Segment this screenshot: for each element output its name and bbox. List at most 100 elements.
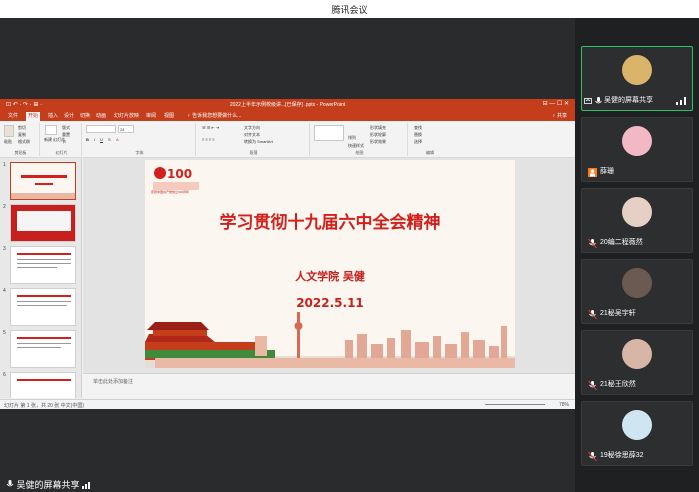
slide-counter: 幻灯片 第 1 张，共 20 张 中文(中国)	[4, 403, 85, 409]
participant-tile[interactable]: 吴健的屏幕共享	[581, 46, 693, 111]
copy-button[interactable]: 复制	[18, 132, 26, 138]
mic-muted-icon	[588, 239, 597, 248]
new-slide-icon[interactable]	[45, 125, 57, 135]
mic-muted-icon	[588, 381, 597, 390]
slides-group: 新建 幻灯片 版式 重置 节 幻灯片	[42, 123, 82, 156]
notes-placeholder: 单击此处添加备注	[93, 379, 134, 385]
font-name-select[interactable]	[86, 125, 116, 133]
font-size-select[interactable]: 24	[118, 125, 134, 133]
thumbnail-slide-6[interactable]	[10, 372, 76, 398]
drawing-group: 排列 快速样式 形状填充 形状轮廓 形状效果 绘图	[312, 123, 408, 156]
thumb-number: 6	[3, 372, 6, 378]
underline-button[interactable]: U	[100, 137, 103, 142]
slide-thumbnails-pane[interactable]: 1 2 3 4 5 6	[0, 158, 82, 398]
layout-button[interactable]: 版式	[62, 125, 70, 131]
app-title: 腾讯会议	[331, 5, 368, 15]
section-button[interactable]: 节	[62, 139, 66, 145]
powerpoint-window: ⊡ ↶ · ↷ · ⊞ · 2022上半年示例校级讲...[已保存] .pptx…	[0, 99, 575, 409]
font-group-label: 字体	[135, 150, 144, 155]
participant-name: 21秘王欣然	[600, 381, 636, 388]
bullets-button[interactable]: ☰ ☰ ⇤ ⇥	[202, 125, 219, 130]
bold-button[interactable]: B	[86, 137, 89, 142]
paste-icon[interactable]	[4, 125, 14, 137]
replace-button[interactable]: 替换	[414, 132, 422, 138]
participant-tile[interactable]: 薛珊	[581, 117, 693, 182]
text-direction-button[interactable]: 文字方向	[244, 125, 260, 131]
paragraph-group-label: 段落	[249, 150, 258, 155]
avatar	[622, 410, 652, 440]
align-buttons[interactable]: ≡ ≡ ≡ ≡	[202, 137, 215, 142]
participant-tile[interactable]: 21秘王欣然	[581, 330, 693, 395]
tab-review[interactable]: 审阅	[144, 112, 158, 119]
shapes-gallery[interactable]	[314, 125, 344, 141]
share-button[interactable]: ♀ 共享	[550, 112, 569, 119]
thumbnail-slide-5[interactable]	[10, 330, 76, 368]
paste-button[interactable]: 粘贴	[4, 139, 12, 145]
status-bar: 幻灯片 第 1 张，共 20 张 中文(中国) 78%	[0, 399, 575, 409]
thumb-number: 1	[3, 162, 6, 168]
screen-share-owner: 吴健的屏幕共享	[16, 480, 80, 490]
font-color-button[interactable]: A	[116, 137, 119, 142]
participant-tile[interactable]: 19秘徐思薛32	[581, 401, 693, 466]
font-size-value: 24	[120, 127, 125, 132]
slide-title[interactable]: 学习贯彻十九届六中全会精神	[145, 208, 515, 233]
tab-slideshow[interactable]: 幻灯片放映	[112, 112, 141, 119]
logo-caption: 庆祝中国共产党成立100周年	[151, 190, 190, 194]
slide-author[interactable]: 人文学院 吴健	[145, 268, 515, 284]
strike-button[interactable]: S	[108, 137, 111, 142]
tab-view[interactable]: 视图	[162, 112, 176, 119]
clipboard-group-label: 剪贴板	[14, 150, 27, 155]
zoom-level[interactable]: 78%	[559, 402, 569, 408]
tab-insert[interactable]: 插入	[46, 112, 60, 119]
participant-name: 20编二程薇然	[600, 239, 643, 246]
select-button[interactable]: 选择	[414, 139, 422, 145]
avatar	[622, 126, 652, 156]
tab-animations[interactable]: 动画	[94, 112, 108, 119]
find-button[interactable]: 查找	[414, 125, 422, 131]
italic-button[interactable]: I	[94, 137, 95, 142]
participant-tile[interactable]: 20编二程薇然	[581, 188, 693, 253]
slides-group-label: 幻灯片	[55, 150, 68, 155]
thumb-number: 3	[3, 246, 6, 252]
shape-effects-button[interactable]: 形状效果	[370, 139, 386, 145]
format-painter-button[interactable]: 格式刷	[18, 139, 30, 145]
tab-transitions[interactable]: 切换	[78, 112, 92, 119]
current-slide[interactable]: 100 庆祝中国共产党成立100周年 学习贯彻十九届六中全会精神 人文学院 吴健…	[145, 160, 515, 368]
shape-outline-button[interactable]: 形状轮廓	[370, 132, 386, 138]
window-controls[interactable]: ⊟ — ☐ ✕	[543, 100, 569, 107]
tell-me-search[interactable]: ♀ 告诉我您想要做什么...	[185, 112, 243, 119]
ribbon-tabs: 文件 开始 插入 设计 切换 动画 幻灯片放映 审阅 视图 ♀ 告诉我您想要做什…	[0, 111, 575, 121]
clipboard-group: 粘贴 剪切 复制 格式刷 剪贴板	[2, 123, 40, 156]
thumbnail-slide-2[interactable]	[10, 204, 76, 242]
tab-home[interactable]: 开始	[26, 112, 41, 121]
smartart-button[interactable]: 转换为 SmartArt	[244, 139, 273, 145]
participant-sidebar: 吴健的屏幕共享 薛珊 20编二程薇然 21秘吴宇轩 21秘王欣然 19秘徐思薛3…	[575, 18, 699, 492]
mic-icon	[6, 480, 14, 487]
ppt-title-bar: ⊡ ↶ · ↷ · ⊞ · 2022上半年示例校级讲...[已保存] .pptx…	[0, 99, 575, 111]
notes-pane[interactable]: 单击此处添加备注	[83, 373, 575, 398]
shape-fill-button[interactable]: 形状填充	[370, 125, 386, 131]
thumb-number: 2	[3, 204, 6, 210]
slide-editing-area: 100 庆祝中国共产党成立100周年 学习贯彻十九届六中全会精神 人文学院 吴健…	[83, 158, 575, 373]
thumbnail-slide-4[interactable]	[10, 288, 76, 326]
signal-bars-icon	[676, 97, 686, 105]
tiananmen-skyline-illustration	[145, 312, 515, 368]
participant-name: 19秘徐思薛32	[600, 452, 644, 459]
reset-button[interactable]: 重置	[62, 132, 70, 138]
thumbnail-slide-1[interactable]	[10, 162, 76, 200]
participant-name: 吴健的屏幕共享	[604, 97, 653, 104]
avatar	[622, 197, 652, 227]
participant-tile[interactable]: 21秘吴宇轩	[581, 259, 693, 324]
zoom-slider[interactable]	[485, 404, 545, 405]
thumbnail-slide-3[interactable]	[10, 246, 76, 284]
align-text-button[interactable]: 对齐文本	[244, 132, 260, 138]
tab-file[interactable]: 文件	[6, 112, 20, 119]
user-icon	[588, 168, 597, 177]
cut-button[interactable]: 剪切	[18, 125, 26, 131]
screen-share-label: 吴健的屏幕共享	[6, 478, 91, 490]
thumb-number: 5	[3, 330, 6, 336]
arrange-button[interactable]: 排列	[348, 135, 356, 141]
quick-styles-button[interactable]: 快速样式	[348, 143, 364, 149]
participant-name: 薛珊	[600, 168, 614, 175]
tab-design[interactable]: 设计	[62, 112, 76, 119]
